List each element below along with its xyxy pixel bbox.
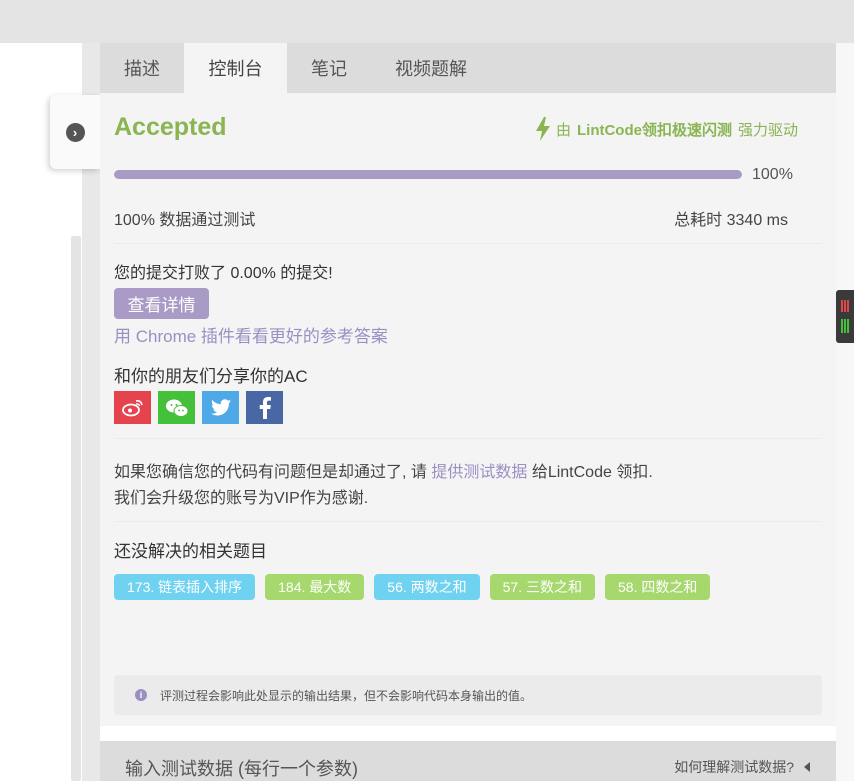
powered-prefix: 由 — [555, 121, 571, 139]
view-details-button[interactable]: 查看详情 — [114, 288, 209, 319]
share-wechat-button[interactable] — [158, 391, 195, 424]
powered-suffix: 强力驱动 — [737, 121, 798, 139]
chrome-plugin-link[interactable]: 用 Chrome 插件看看更好的参考答案 — [114, 322, 388, 347]
related-problems-heading: 还没解决的相关题目 — [114, 542, 267, 561]
related-problem-tag[interactable]: 173. 链表插入排序 — [114, 574, 256, 600]
divider — [114, 243, 822, 244]
related-problem-tag[interactable]: 57. 三数之和 — [489, 574, 595, 600]
editor-scrollbar[interactable] — [71, 236, 81, 781]
related-problem-tags: 173. 链表插入排序 184. 最大数 56. 两数之和 57. 三数之和 5… — [114, 574, 711, 600]
tab-description[interactable]: 描述 — [100, 43, 184, 93]
tab-console[interactable]: 控制台 — [184, 43, 287, 93]
progress-percent: 100% — [752, 166, 793, 183]
related-problem-tag[interactable]: 184. 最大数 — [265, 574, 365, 600]
test-input-title: 输入测试数据 (每行一个参数) — [125, 759, 358, 779]
result-status: Accepted — [114, 113, 227, 141]
share-twitter-button[interactable] — [202, 391, 239, 424]
info-icon: i — [135, 689, 147, 701]
console-panel: Accepted 由 LintCode领扣极速闪测 强力驱动 100% 100%… — [100, 93, 836, 726]
powered-by: 由 LintCode领扣极速闪测 强力驱动 — [535, 117, 798, 141]
top-bar — [0, 0, 854, 43]
lightning-icon — [535, 117, 550, 141]
twitter-icon — [210, 399, 231, 416]
progress-bar — [114, 170, 742, 179]
evaluation-notice: i 评测过程会影响此处显示的输出结果，但不会影响代码本身输出的值。 — [114, 675, 822, 715]
progress-fill — [114, 170, 742, 179]
provide-test-data-link[interactable]: 提供测试数据 — [431, 464, 527, 481]
weibo-icon — [121, 399, 143, 416]
caret-left-icon — [804, 762, 810, 772]
divider — [114, 521, 822, 522]
side-widget[interactable] — [836, 290, 854, 343]
vip-reward-text: 我们会升级您的账号为VIP作为感谢. — [114, 490, 369, 507]
share-buttons — [114, 391, 283, 424]
report-prefix: 如果您确信您的代码有问题但是却通过了, 请 — [114, 464, 427, 481]
signal-green-icon — [841, 319, 849, 333]
test-data-help-link[interactable]: 如何理解测试数据? — [674, 757, 810, 777]
divider — [114, 438, 822, 439]
report-suffix: 给LintCode 领扣. — [531, 464, 653, 481]
tests-passed: 100% 数据通过测试 — [114, 212, 256, 229]
notice-text: 评测过程会影响此处显示的输出结果，但不会影响代码本身输出的值。 — [160, 688, 533, 703]
chevron-right-icon: › — [65, 122, 85, 142]
related-problem-tag[interactable]: 56. 两数之和 — [374, 574, 480, 600]
wechat-icon — [165, 399, 188, 417]
total-time: 总耗时 3340 ms — [674, 212, 788, 229]
share-heading: 和你的朋友们分享你的AC — [114, 367, 308, 386]
right-gutter — [836, 43, 854, 781]
tab-notes[interactable]: 笔记 — [287, 43, 371, 93]
related-problem-tag[interactable]: 58. 四数之和 — [605, 574, 711, 600]
console-tabs: 描述 控制台 笔记 视频题解 — [100, 43, 836, 93]
collapse-panel-button[interactable]: › — [50, 95, 100, 169]
share-facebook-button[interactable] — [246, 391, 283, 424]
powered-brand: LintCode领扣极速闪测 — [576, 121, 732, 139]
test-input-header[interactable]: 输入测试数据 (每行一个参数) 如何理解测试数据? — [100, 741, 836, 781]
facebook-icon — [259, 396, 271, 419]
signal-red-icon — [841, 300, 849, 312]
share-weibo-button[interactable] — [114, 391, 151, 424]
report-issue-line: 如果您确信您的代码有问题但是却通过了, 请 提供测试数据 给LintCode 领… — [114, 458, 653, 482]
tab-video-solution[interactable]: 视频题解 — [371, 43, 491, 93]
beat-percentage: 您的提交打败了 0.00% 的提交! — [114, 265, 333, 282]
test-data-help-label: 如何理解测试数据? — [674, 759, 794, 775]
